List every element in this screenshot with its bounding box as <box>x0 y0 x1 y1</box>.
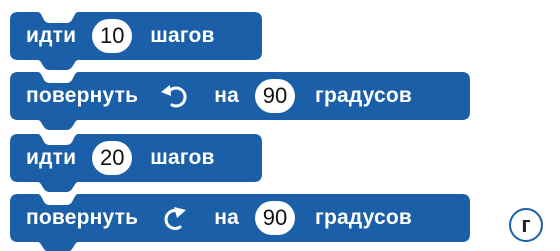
rotate-right-icon <box>158 201 192 235</box>
block-keyword-turn: повернуть <box>26 206 139 229</box>
answer-option-label[interactable]: г <box>509 208 543 242</box>
block-keyword-degrees: градусов <box>315 206 413 229</box>
rotate-left-icon <box>158 79 192 113</box>
steps-input[interactable]: 10 <box>92 19 133 53</box>
move-steps-block-1[interactable]: идти 10 шагов <box>10 12 262 70</box>
block-keyword-move: идти <box>26 24 77 47</box>
block-keyword-degrees: градусов <box>315 84 413 107</box>
block-keyword-on: на <box>214 84 240 107</box>
steps-input[interactable]: 20 <box>92 141 133 175</box>
move-steps-block-2[interactable]: идти 20 шагов <box>10 134 262 192</box>
turn-left-block[interactable]: повернуть на 90 градусов <box>10 72 470 130</box>
block-keyword-steps: шагов <box>150 146 215 169</box>
turn-right-block[interactable]: повернуть на 90 градусов <box>10 194 470 251</box>
block-keyword-on: на <box>214 206 240 229</box>
block-keyword-turn: повернуть <box>26 84 139 107</box>
degrees-input[interactable]: 90 <box>255 201 296 235</box>
block-keyword-steps: шагов <box>150 24 215 47</box>
degrees-input[interactable]: 90 <box>255 79 296 113</box>
block-keyword-move: идти <box>26 146 77 169</box>
